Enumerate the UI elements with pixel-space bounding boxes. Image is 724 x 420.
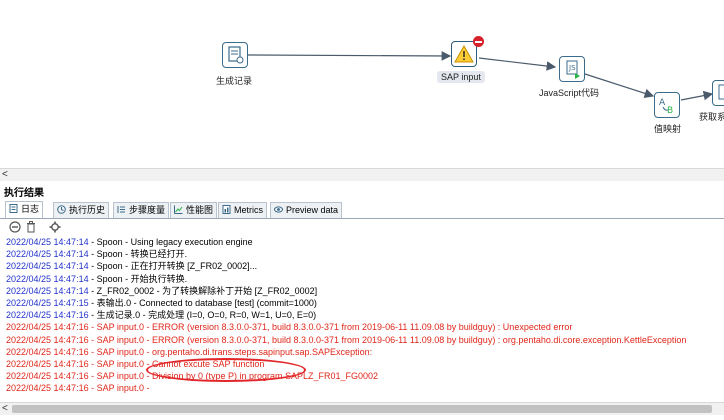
svg-text:B: B xyxy=(667,106,673,116)
log-message: - Spoon - Using legacy execution engine xyxy=(88,237,253,247)
scroll-left-arrow[interactable]: < xyxy=(2,403,8,415)
clear-log-icon[interactable] xyxy=(25,221,37,233)
log-horizontal-scrollbar[interactable]: < xyxy=(0,402,724,415)
step-label: 获取系 xyxy=(699,112,724,122)
canvas-horizontal-scrollbar[interactable]: < xyxy=(0,168,724,181)
svg-text:A: A xyxy=(659,98,666,108)
log-line: 2022/04/25 14:47:14 - Spoon - Using lega… xyxy=(0,236,724,248)
generate-rows-icon xyxy=(222,42,248,68)
log-line: 2022/04/25 14:47:16 - SAP input.0 - xyxy=(0,382,724,394)
log-icon xyxy=(9,203,18,213)
metrics-icon xyxy=(222,204,231,214)
log-message: - 生成记录.0 - 完成处理 (I=0, O=0, R=0, W=1, U=0… xyxy=(88,310,317,321)
log-line: 2022/04/25 14:47:14 - Spoon - 开始执行转换. xyxy=(0,273,724,285)
log-timestamp: 2022/04/25 14:47:16 xyxy=(6,383,89,394)
tab-preview-data[interactable]: Preview data xyxy=(270,202,343,218)
log-message: - Spoon - 开始执行转换. xyxy=(88,273,188,284)
log-timestamp: 2022/04/25 14:47:16 xyxy=(6,334,89,345)
log-line: 2022/04/25 14:47:14 - Spoon - 转换已经打开. xyxy=(0,248,724,260)
stop-icon[interactable] xyxy=(9,221,21,233)
log-timestamp: 2022/04/25 14:47:14 xyxy=(6,273,89,284)
scrollbar-thumb[interactable] xyxy=(12,405,712,413)
scroll-left-arrow[interactable]: < xyxy=(2,169,8,181)
log-settings-icon[interactable] xyxy=(49,221,61,233)
log-message: - SAP input.0 - xyxy=(88,383,150,394)
log-message: - SAP input.0 - ERROR (version 8.3.0.0-3… xyxy=(88,334,687,345)
value-mapper-icon: AB xyxy=(654,92,680,118)
log-message: - Spoon - 正在打开转换 [Z_FR02_0002]... xyxy=(88,261,258,272)
log-timestamp: 2022/04/25 14:47:16 xyxy=(6,346,89,357)
log-line: 2022/04/25 14:47:15 - 表输出.0 - Connected … xyxy=(0,297,724,309)
tab-metrics[interactable]: Metrics xyxy=(218,202,267,218)
log-timestamp: 2022/04/25 14:47:15 xyxy=(6,298,89,309)
log-message: - SAP input.0 - org.pentaho.di.trans.ste… xyxy=(88,346,373,357)
tab-label: Metrics xyxy=(234,205,263,215)
svg-text:JS: JS xyxy=(568,64,576,72)
hop-generate-to-sap[interactable] xyxy=(247,51,452,61)
preview-icon xyxy=(274,204,283,213)
log-line: 2022/04/25 14:47:16 - SAP input.0 - Divi… xyxy=(0,370,724,382)
tab-step-metrics[interactable]: 步骤度量 xyxy=(113,202,170,218)
hop-mapper-to-sys[interactable] xyxy=(680,90,714,101)
tab-performance-graph[interactable]: 性能图 xyxy=(170,202,218,218)
step-label: 值映射 xyxy=(654,124,682,134)
log-timestamp: 2022/04/25 14:47:16 xyxy=(6,310,89,321)
step-metrics-icon xyxy=(117,204,126,213)
log-timestamp: 2022/04/25 14:47:16 xyxy=(6,322,89,333)
log-timestamp: 2022/04/25 14:47:14 xyxy=(6,237,89,247)
log-timestamp: 2022/04/25 14:47:14 xyxy=(6,249,89,260)
tab-label: 步骤度量 xyxy=(129,205,166,215)
hop-lines xyxy=(247,51,714,101)
tab-label: Preview data xyxy=(286,205,339,215)
system-info-icon xyxy=(712,80,724,106)
performance-graph-icon xyxy=(174,204,183,214)
log-message: - SAP input.0 - ERROR (version 8.3.0.0-3… xyxy=(88,322,573,333)
step-label: 生成记录 xyxy=(216,76,253,86)
tab-label: 日志 xyxy=(21,204,40,214)
step-label: JavaScript代码 xyxy=(539,88,600,98)
history-icon xyxy=(57,204,66,214)
log-message: - 表输出.0 - Connected to database [test] (… xyxy=(88,298,317,309)
log-timestamp: 2022/04/25 14:47:14 xyxy=(6,261,89,272)
tab-execution-history[interactable]: 执行历史 xyxy=(53,202,110,218)
log-timestamp: 2022/04/25 14:47:16 xyxy=(6,359,89,370)
transformation-canvas[interactable]: 生成记录 SAP input JS JavaScript代码 AB 值映射 获取… xyxy=(0,0,724,168)
log-line: 2022/04/25 14:47:16 - SAP input.0 - org.… xyxy=(0,346,724,358)
log-line: 2022/04/25 14:47:14 - Z_FR02_0002 - 为了转换… xyxy=(0,285,724,297)
log-timestamp: 2022/04/25 14:47:14 xyxy=(6,285,89,296)
log-line: 2022/04/25 14:47:16 - SAP input.0 - Cann… xyxy=(0,358,724,370)
log-line: 2022/04/25 14:47:16 - SAP input.0 - ERRO… xyxy=(0,321,724,333)
javascript-icon: JS xyxy=(559,56,585,82)
tab-log[interactable]: 日志 xyxy=(5,201,44,218)
log-toolbar xyxy=(0,219,724,235)
log-timestamp: 2022/04/25 14:47:16 xyxy=(6,371,89,382)
warning-icon xyxy=(451,41,477,67)
log-line: 2022/04/25 14:47:14 - Spoon - 正在打开转换 [Z_… xyxy=(0,260,724,272)
error-badge xyxy=(473,36,484,47)
tab-label: 性能图 xyxy=(186,205,214,215)
log-message: - Z_FR02_0002 - 为了转换解除补丁开始 [Z_FR02_0002] xyxy=(88,285,318,296)
log-message: - Spoon - 转换已经打开. xyxy=(88,249,188,260)
results-tab-bar: 日志 执行历史 步骤度量 性能图 Metrics Preview data xyxy=(0,200,724,219)
log-output[interactable]: 2022/04/25 14:47:14 - Spoon - Using lega… xyxy=(0,236,724,402)
log-line: 2022/04/25 14:47:16 - SAP input.0 - ERRO… xyxy=(0,334,724,346)
log-line: 2022/04/25 14:47:16 - 生成记录.0 - 完成处理 (I=0… xyxy=(0,309,724,321)
step-label: SAP input xyxy=(437,71,485,83)
hop-sap-to-js[interactable] xyxy=(478,57,557,71)
results-panel-title: 执行结果 xyxy=(4,188,44,199)
tab-label: 执行历史 xyxy=(69,205,106,215)
annotation-highlight-oval xyxy=(146,358,306,382)
